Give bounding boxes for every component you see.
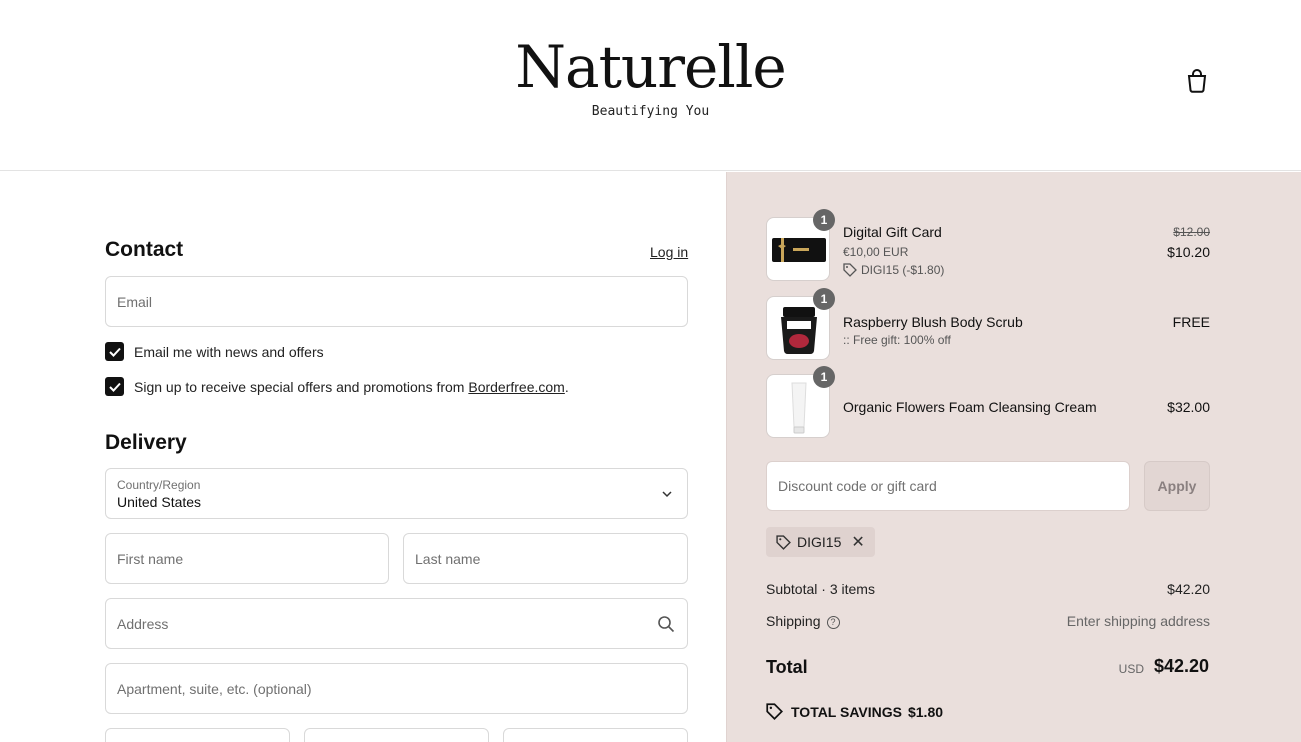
promo-checkbox-label: Sign up to receive special offers and pr… <box>134 378 469 395</box>
tag-icon <box>776 534 791 550</box>
tag-icon <box>843 263 857 277</box>
chevron-down-icon <box>662 490 672 497</box>
country-label: Country/Region <box>117 478 201 492</box>
help-icon[interactable]: ? <box>826 615 840 629</box>
email-placeholder: Email <box>117 293 153 310</box>
email-field[interactable]: Email <box>105 276 688 327</box>
promo-checkbox[interactable] <box>105 377 124 396</box>
line-item: 1 Organic Flowers Foam Cleansing Cream $… <box>766 366 1210 438</box>
savings-value: $1.80 <box>907 703 944 720</box>
check-icon <box>108 347 121 357</box>
item-discount: DIGI15 (-$1.80) <box>843 263 944 277</box>
discount-placeholder: Discount code or gift card <box>778 478 937 494</box>
promo-checkbox-row[interactable]: Sign up to receive special offers and pr… <box>105 377 569 396</box>
country-select[interactable]: Country/Region United States <box>105 468 688 519</box>
tag-icon <box>766 703 783 720</box>
first-name-field[interactable]: First name <box>105 533 389 584</box>
item-name: Organic Flowers Foam Cleansing Cream <box>843 399 1097 415</box>
brand-tagline: Beautifying You <box>591 104 710 119</box>
shipping-row: Shipping? Enter shipping address <box>766 613 1210 629</box>
item-original-price: $12.00 <box>1173 225 1210 239</box>
borderfree-link[interactable]: Borderfree.com <box>468 379 564 395</box>
quantity-badge: 1 <box>813 366 835 388</box>
remove-discount-icon[interactable]: ✕ <box>851 532 864 552</box>
first-name-placeholder: First name <box>117 550 184 567</box>
line-item: 1 Raspberry Blush Body Scrub :: Free gif… <box>766 288 1210 360</box>
checkout-form: Contact Log in Email Email me with news … <box>0 172 726 742</box>
quantity-badge: 1 <box>813 288 835 310</box>
order-summary: 1 Digital Gift Card €10,00 EUR DIGI15 (-… <box>726 172 1301 742</box>
line-item: 1 Digital Gift Card €10,00 EUR DIGI15 (-… <box>766 209 1210 281</box>
site-header: Naturelle Beautifying You <box>0 0 1301 171</box>
login-link[interactable]: Log in <box>650 244 688 260</box>
subtotal-value: $42.20 <box>1167 581 1210 597</box>
total-value: $42.20 <box>1153 656 1209 676</box>
last-name-placeholder: Last name <box>415 550 481 567</box>
discount-code-field[interactable]: Discount code or gift card <box>766 461 1130 511</box>
last-name-field[interactable]: Last name <box>403 533 688 584</box>
savings-label: TOTAL SAVINGS <box>791 703 902 720</box>
check-icon <box>108 382 121 392</box>
state-field[interactable] <box>304 728 489 742</box>
shipping-label: Shipping <box>766 613 821 629</box>
total-savings: TOTAL SAVINGS $1.80 <box>766 703 943 720</box>
item-name: Digital Gift Card <box>843 224 942 240</box>
apartment-field[interactable]: Apartment, suite, etc. (optional) <box>105 663 688 714</box>
item-variant: €10,00 EUR <box>843 245 909 259</box>
total-label: Total <box>766 657 808 677</box>
news-checkbox[interactable] <box>105 342 124 361</box>
apply-button[interactable]: Apply <box>1144 461 1210 511</box>
zip-field[interactable] <box>503 728 688 742</box>
shipping-value: Enter shipping address <box>1066 613 1210 629</box>
country-value: United States <box>117 494 202 510</box>
cart-icon[interactable] <box>1185 67 1209 93</box>
item-price: $32.00 <box>1167 399 1210 415</box>
item-free-gift: :: Free gift: 100% off <box>843 333 951 347</box>
delivery-title: Delivery <box>105 431 187 454</box>
applied-code: DIGI15 <box>797 534 842 550</box>
subtotal-row: Subtotal · 3 items $42.20 <box>766 581 1210 597</box>
quantity-badge: 1 <box>813 209 835 231</box>
applied-discount-chip: DIGI15 ✕ <box>766 527 875 557</box>
item-name: Raspberry Blush Body Scrub <box>843 314 1023 330</box>
address-placeholder: Address <box>117 615 169 632</box>
search-icon <box>658 615 675 632</box>
brand-logo[interactable]: Naturelle <box>0 32 1301 102</box>
item-price: $10.20 <box>1167 244 1210 260</box>
news-checkbox-row[interactable]: Email me with news and offers <box>105 342 324 361</box>
total-currency: USD <box>1118 662 1144 676</box>
promo-checkbox-suffix: . <box>564 378 569 395</box>
contact-title: Contact <box>105 238 184 261</box>
address-field[interactable]: Address <box>105 598 688 649</box>
item-price: FREE <box>1172 314 1210 330</box>
news-checkbox-label: Email me with news and offers <box>134 343 324 360</box>
city-field[interactable] <box>105 728 290 742</box>
apartment-placeholder: Apartment, suite, etc. (optional) <box>117 680 312 697</box>
subtotal-label: Subtotal · 3 items <box>766 581 875 597</box>
item-discount-text: DIGI15 (-$1.80) <box>861 263 945 277</box>
